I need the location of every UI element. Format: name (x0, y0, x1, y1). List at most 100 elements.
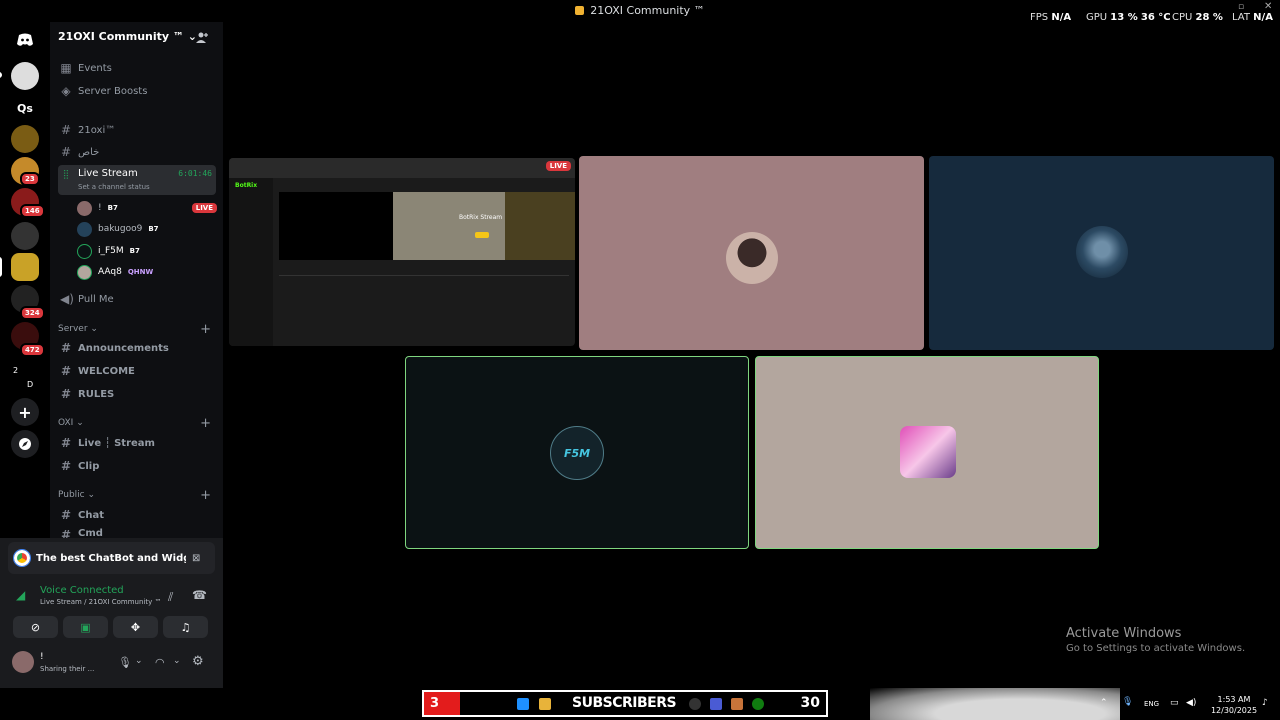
disconnect-icon[interactable]: ☎ (192, 588, 207, 602)
channel-status[interactable]: Set a channel status (78, 183, 150, 191)
events-item[interactable]: ▦ Events (58, 58, 216, 78)
app-icon[interactable] (689, 698, 701, 710)
server-icon-7[interactable] (11, 253, 39, 281)
add-channel-icon[interactable]: + (200, 488, 211, 503)
unread-badge: 146 (20, 204, 45, 218)
table-header (279, 268, 569, 276)
voice-stage: LIVE BotRix BotRix Stream F5M (223, 22, 1280, 688)
notification-bell-icon[interactable]: ♪ (1262, 698, 1268, 708)
stream-sidebar: BotRix (229, 178, 273, 346)
invite-people-icon[interactable] (196, 31, 210, 45)
headphones-icon[interactable]: ◠ (155, 656, 165, 669)
screen-share-button[interactable]: ▣ (63, 616, 108, 638)
camera-off-icon: ⊘ (30, 620, 41, 634)
discover-icon[interactable] (11, 430, 39, 458)
category-public[interactable]: Public ⌄ + (58, 488, 213, 503)
avatar (77, 200, 92, 216)
chevron-up-icon[interactable]: ⌃ (1100, 698, 1108, 708)
user-panel: The best ChatBot and Widget... ⊠ ◢ Voice… (0, 538, 223, 688)
windows-start-icon[interactable] (517, 698, 529, 710)
participant-tile-speaking[interactable]: F5M (405, 356, 749, 549)
settings-gear-icon[interactable]: ⚙ (192, 654, 204, 669)
category-server[interactable]: Server ⌄ + (58, 322, 213, 337)
video-side (505, 192, 575, 260)
voice-timer: 6:01:46 (178, 169, 212, 178)
yellow-button (475, 232, 489, 238)
app-icon[interactable] (710, 698, 722, 710)
video-black (279, 192, 393, 260)
chevron-down-icon[interactable]: ⌄ (173, 656, 181, 666)
server-icon-6[interactable] (11, 222, 39, 250)
channel-clip[interactable]: # Clip (58, 456, 216, 476)
channel-21oxi[interactable]: #21oxi™ (58, 120, 216, 140)
add-channel-icon[interactable]: + (200, 322, 211, 337)
channel-chat[interactable]: # Chat (58, 505, 216, 525)
speaker-icon: ◀) (60, 292, 74, 306)
noise-suppression-icon[interactable]: ⫽ (168, 590, 173, 605)
server-icon-3[interactable] (11, 125, 39, 153)
hashtag-icon: # (60, 387, 72, 401)
channel-welcome[interactable]: # WELCOME (58, 361, 216, 381)
microphone-icon[interactable]: 🎙︎ (1122, 697, 1133, 707)
minimize-icon[interactable]: ▫ (1238, 2, 1244, 12)
soundboard-button[interactable]: ♫ (163, 616, 208, 638)
voice-channel-pull-me[interactable]: ◀) Pull Me (58, 289, 216, 309)
discord-home-icon[interactable] (11, 26, 39, 54)
network-icon[interactable]: ▭ (1170, 698, 1179, 708)
add-server-icon[interactable]: + (11, 398, 39, 426)
channel-rules[interactable]: # RULES (58, 384, 216, 404)
channel-announcements[interactable]: # Announcements (58, 338, 216, 358)
taskbar-clock[interactable]: 1:53 AM 12/30/2025 (1209, 694, 1259, 716)
channel-private[interactable]: # خاص (58, 142, 216, 162)
participant-avatar (726, 232, 778, 284)
channel-cmd[interactable]: # Cmd (58, 528, 216, 538)
hashtag-icon: # (60, 528, 72, 538)
volume-icon[interactable]: ◀) (1186, 698, 1196, 708)
app-icon[interactable] (731, 698, 743, 710)
server-qs[interactable]: Qs (11, 94, 39, 122)
hashtag-icon: # (60, 123, 72, 137)
activity-card[interactable]: The best ChatBot and Widget... ⊠ (8, 542, 215, 574)
unread-badge: 23 (20, 172, 40, 186)
file-explorer-icon[interactable] (539, 698, 551, 710)
xbox-icon[interactable] (752, 698, 764, 710)
server-folder[interactable]: 2D (11, 364, 39, 392)
chevron-down-icon[interactable]: ⌄ (135, 656, 143, 666)
participant-tile-speaking[interactable] (755, 356, 1099, 549)
screen-share-tile[interactable]: LIVE BotRix BotRix Stream (229, 158, 575, 346)
voice-user[interactable]: AAq8 QHNW (77, 263, 217, 281)
activities-icon: ✥ (130, 620, 141, 634)
category-oxi[interactable]: OXI ⌄ + (58, 416, 213, 431)
chrome-icon (13, 549, 31, 567)
voice-user[interactable]: i_F5M B7 (77, 242, 217, 260)
avatar[interactable] (12, 651, 34, 673)
user-status: Sharing their ... (40, 665, 95, 673)
participant-tile[interactable] (579, 156, 924, 350)
voice-connected-label[interactable]: Voice Connected (40, 585, 124, 596)
video-preview: BotRix Stream (393, 192, 505, 260)
activities-button[interactable]: ✥ (113, 616, 158, 638)
live-badge: LIVE (191, 203, 217, 213)
close-icon[interactable]: ✕ (1264, 1, 1272, 12)
voice-connected-sub[interactable]: Live Stream / 21OXI Community ™ (40, 598, 161, 606)
participant-avatar (1076, 226, 1128, 278)
add-channel-icon[interactable]: + (200, 416, 211, 431)
server-name[interactable]: 21OXI Community ™ ⌄ (58, 30, 197, 43)
voice-user[interactable]: ! B7 LIVE (77, 199, 217, 217)
user-name[interactable]: ! (40, 652, 44, 662)
camera-off-button[interactable]: ⊘ (13, 616, 58, 638)
subscriber-count: 3 (424, 692, 460, 715)
voice-channel-live-stream[interactable]: ⦙⦙ Live Stream 6:01:46 Set a channel sta… (58, 165, 216, 195)
hashtag-icon: # (60, 508, 72, 522)
server-icon-1[interactable] (11, 62, 39, 90)
channel-live-stream[interactable]: # Live ┆ Stream (58, 433, 216, 453)
server-boosts-item[interactable]: ◈ Server Boosts (58, 81, 216, 101)
participant-tile[interactable] (929, 156, 1274, 350)
voice-user[interactable]: bakugoo9 B7 (77, 220, 217, 238)
avatar (77, 264, 92, 280)
close-activity-icon[interactable]: ⊠ (192, 553, 200, 564)
hashtag-icon: # (60, 364, 72, 378)
language-indicator[interactable]: ENG (1144, 700, 1159, 708)
microphone-icon[interactable]: 🎙︎ (118, 656, 132, 669)
boost-icon: ◈ (61, 84, 71, 98)
